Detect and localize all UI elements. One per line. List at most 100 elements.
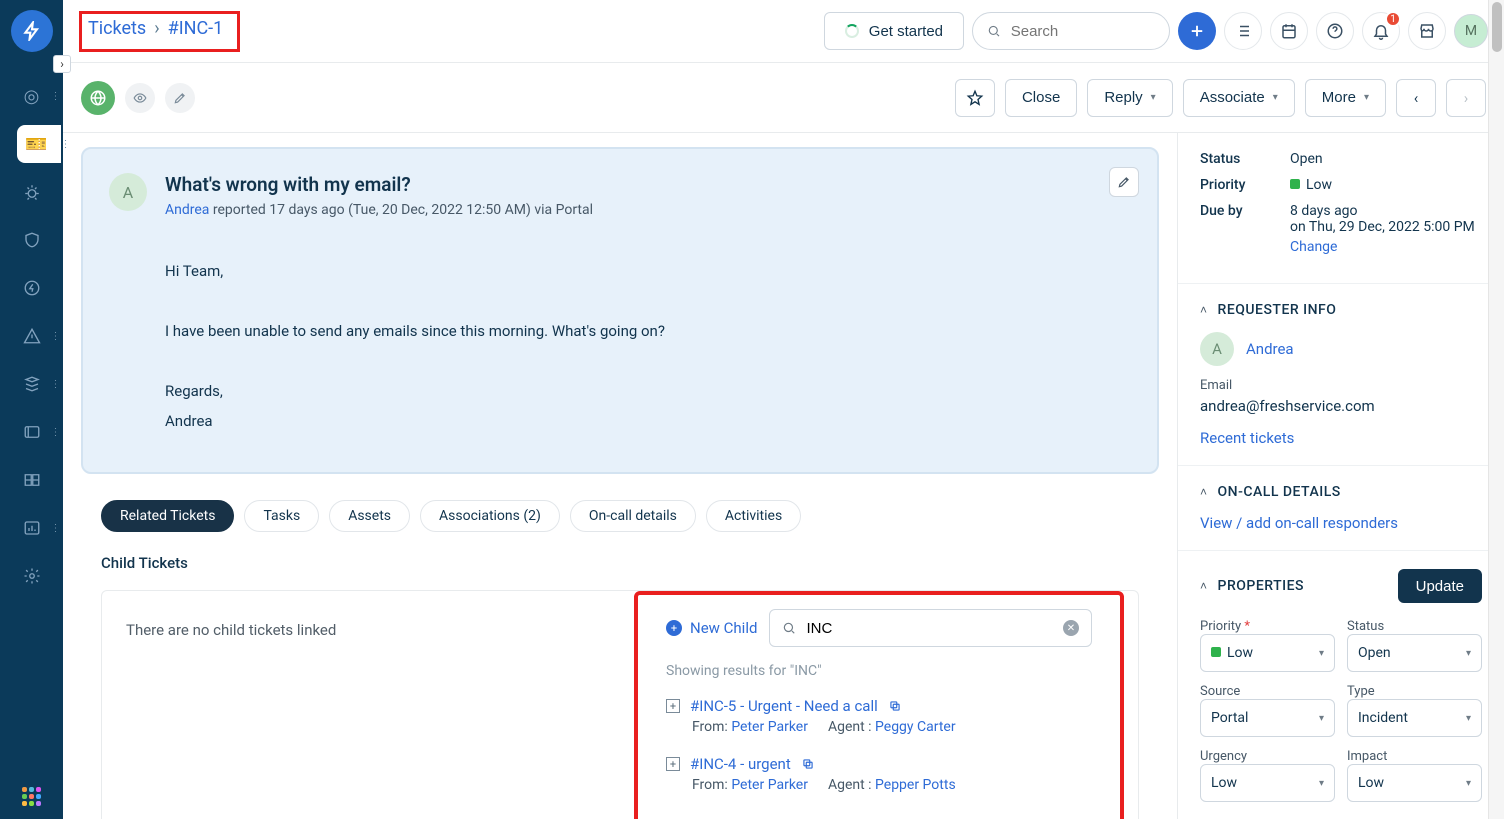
nav-tickets-icon[interactable]: 🎫⋮: [17, 125, 61, 163]
brand-logo[interactable]: [11, 10, 53, 52]
spinner-icon: [845, 24, 859, 38]
get-started-label: Get started: [869, 23, 943, 40]
requester-avatar-small: A: [1200, 332, 1234, 366]
priority-label: Priority: [1200, 177, 1290, 193]
source-select[interactable]: Portal▾: [1200, 699, 1335, 737]
ticket-details-pane: Status Open Priority Low Due by 8 days a…: [1177, 133, 1504, 819]
nav-project-icon[interactable]: ⋮: [13, 413, 51, 451]
status-value: Open: [1290, 151, 1482, 167]
chevron-up-icon: ˄: [1200, 579, 1208, 593]
nav-bug-icon[interactable]: [13, 173, 51, 211]
recent-tickets-link[interactable]: Recent tickets: [1200, 429, 1482, 447]
impact-select[interactable]: Low▾: [1347, 764, 1482, 802]
tab-related-tickets[interactable]: Related Tickets: [101, 500, 234, 532]
add-result-icon[interactable]: +: [666, 757, 680, 771]
oncall-link[interactable]: View / add on-call responders: [1200, 514, 1482, 532]
get-started-button[interactable]: Get started: [824, 12, 964, 50]
child-empty-message: There are no child tickets linked: [126, 621, 336, 819]
calendar-icon-button[interactable]: [1270, 12, 1308, 50]
open-new-icon[interactable]: [801, 757, 815, 771]
urgency-select[interactable]: Low▾: [1200, 764, 1335, 802]
star-button[interactable]: [955, 79, 995, 117]
store-icon: [1418, 22, 1436, 40]
type-select[interactable]: Incident▾: [1347, 699, 1482, 737]
source-portal-icon: [81, 81, 115, 115]
new-child-button[interactable]: + New Child: [666, 619, 757, 637]
nav-inventory-icon[interactable]: ⋮: [13, 365, 51, 403]
update-button[interactable]: Update: [1398, 569, 1482, 603]
oncall-header[interactable]: ˄On-call details: [1200, 484, 1482, 500]
help-icon-button[interactable]: [1316, 12, 1354, 50]
list-icon: [1234, 22, 1252, 40]
marketplace-button[interactable]: [1408, 12, 1446, 50]
nav-dashboard-icon[interactable]: ◎⋮: [13, 77, 51, 115]
ticket-subject: What's wrong with my email?: [165, 173, 1131, 196]
nav-apps-icon[interactable]: [22, 787, 42, 807]
close-button[interactable]: Close: [1005, 79, 1077, 117]
dueby-label: Due by: [1200, 203, 1290, 255]
profile-avatar[interactable]: M: [1454, 14, 1488, 48]
priority-select[interactable]: Low▾: [1200, 634, 1335, 672]
notifications-button[interactable]: 1: [1362, 12, 1400, 50]
tabs-row: Related Tickets Tasks Assets Association…: [101, 500, 1139, 532]
tasks-icon-button[interactable]: [1224, 12, 1262, 50]
requester-name-link[interactable]: Andrea: [1246, 340, 1294, 358]
vertical-scrollbar[interactable]: [1488, 0, 1504, 819]
open-new-icon[interactable]: [888, 699, 902, 713]
status-label: Status: [1200, 151, 1290, 167]
chevron-up-icon: ˄: [1200, 303, 1208, 317]
breadcrumb-parent-link[interactable]: Tickets: [88, 18, 146, 39]
prev-ticket-button[interactable]: ‹: [1396, 79, 1436, 117]
chevron-down-icon: ▾: [1151, 92, 1156, 103]
nav-alert-icon[interactable]: ⋮: [13, 317, 51, 355]
clear-search-icon[interactable]: ✕: [1063, 620, 1079, 636]
properties-section: ˄PROPERTIES Update Priority * Low▾ Statu…: [1178, 551, 1504, 819]
nav-settings-icon[interactable]: [13, 557, 51, 595]
next-ticket-button[interactable]: ›: [1446, 79, 1486, 117]
edit-subject-button[interactable]: [165, 83, 195, 113]
breadcrumb: Tickets › #INC-1: [79, 11, 240, 52]
tab-assets[interactable]: Assets: [329, 500, 410, 532]
nav-solutions-icon[interactable]: [13, 461, 51, 499]
global-search-input[interactable]: [1011, 23, 1155, 40]
result-item: + #INC-5 - Urgent - Need a call From: Pe…: [666, 691, 1092, 749]
priority-value: Low: [1290, 177, 1482, 193]
search-icon: [987, 23, 1001, 39]
tab-associations[interactable]: Associations (2): [420, 500, 560, 532]
add-result-icon[interactable]: +: [666, 699, 680, 713]
child-search-panel: + New Child ✕ Showing results for "INC": [634, 591, 1124, 819]
plus-round-icon: +: [666, 620, 682, 636]
nav-reports-icon[interactable]: ⋮: [13, 509, 51, 547]
more-dropdown-button[interactable]: More▾: [1305, 79, 1386, 117]
main-area: Tickets › #INC-1 Get started: [63, 0, 1504, 819]
tab-tasks[interactable]: Tasks: [244, 500, 319, 532]
type-field-label: Type: [1347, 684, 1482, 699]
new-button[interactable]: [1178, 12, 1216, 50]
tab-activities[interactable]: Activities: [706, 500, 801, 532]
child-search-field[interactable]: ✕: [769, 609, 1092, 647]
associate-dropdown-button[interactable]: Associate▾: [1183, 79, 1295, 117]
child-search-input[interactable]: [806, 620, 1053, 637]
result-link[interactable]: #INC-5 - Urgent - Need a call: [690, 697, 878, 715]
pencil-icon: [1117, 175, 1131, 189]
tab-oncall[interactable]: On-call details: [570, 500, 696, 532]
edit-ticket-button[interactable]: [1109, 167, 1139, 197]
left-content-pane: A What's wrong with my email? Andrea rep…: [63, 133, 1177, 819]
expand-rail-button[interactable]: ›: [53, 55, 71, 73]
requester-link[interactable]: Andrea: [165, 202, 209, 218]
priority-dot-icon: [1290, 179, 1300, 189]
watch-toggle-button[interactable]: [125, 83, 155, 113]
result-link[interactable]: #INC-4 - urgent: [690, 755, 791, 773]
requester-info-header[interactable]: ˄REQUESTER INFO: [1200, 302, 1482, 318]
impact-field-label: Impact: [1347, 749, 1482, 764]
status-select[interactable]: Open▾: [1347, 634, 1482, 672]
urgency-field-label: Urgency: [1200, 749, 1335, 764]
notification-badge: 1: [1385, 11, 1401, 27]
properties-header[interactable]: ˄PROPERTIES: [1200, 578, 1304, 594]
global-search[interactable]: [972, 12, 1170, 50]
reply-dropdown-button[interactable]: Reply▾: [1087, 79, 1172, 117]
nav-release-icon[interactable]: [13, 269, 51, 307]
scrollbar-thumb[interactable]: [1492, 2, 1502, 52]
nav-shield-icon[interactable]: [13, 221, 51, 259]
change-dueby-link[interactable]: Change: [1290, 239, 1482, 255]
